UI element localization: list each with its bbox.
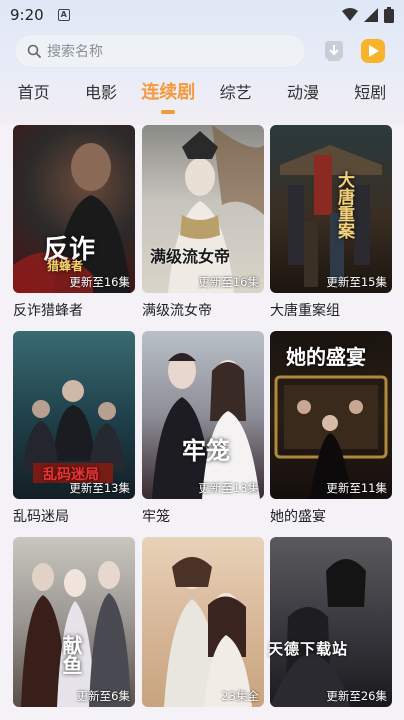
show-title[interactable]: 她的盛宴: [270, 506, 392, 526]
episode-badge: 更新至11集: [326, 481, 387, 495]
show-card[interactable]: 反诈 猎蜂者 更新至16集 反诈猎蜂者: [13, 125, 135, 320]
show-poster[interactable]: 23集全: [142, 537, 264, 707]
show-card[interactable]: 满级流女帝 更新至16集 满级流女帝: [142, 125, 264, 320]
tab-series[interactable]: 连续剧: [135, 78, 202, 114]
show-poster[interactable]: 更新至26集: [270, 537, 392, 707]
show-poster[interactable]: 她的盛宴 更新至11集: [270, 331, 392, 499]
poster-figure: [280, 145, 382, 287]
poster-figure: [152, 353, 260, 499]
episode-badge: 更新至16集: [198, 275, 259, 289]
show-poster[interactable]: 牢笼 更新至13集: [142, 331, 264, 499]
show-poster[interactable]: 乱码迷局 更新至13集: [13, 331, 135, 499]
poster-art-title: 大唐重案: [334, 171, 354, 239]
poster-art-title: 牢笼: [182, 436, 230, 465]
episode-badge: 更新至15集: [326, 275, 387, 289]
poster-figure: [270, 559, 366, 707]
search-input[interactable]: 搜索名称: [14, 34, 306, 68]
show-card[interactable]: 23集全: [142, 537, 264, 707]
poster-figure: [168, 125, 264, 293]
show-poster[interactable]: 满级流女帝 更新至16集: [142, 125, 264, 293]
download-button[interactable]: [320, 37, 348, 65]
tab-short-drama[interactable]: 短剧: [337, 78, 404, 112]
tab-variety[interactable]: 综艺: [202, 78, 269, 112]
show-title[interactable]: 满级流女帝: [142, 300, 264, 320]
tab-anime[interactable]: 动漫: [269, 78, 336, 112]
show-card[interactable]: 更新至26集: [270, 537, 392, 707]
notification-a-icon: A: [57, 9, 70, 21]
show-card[interactable]: 大唐重案 更新至15集 大唐重案组: [270, 125, 392, 320]
show-poster[interactable]: 大唐重案 更新至15集: [270, 125, 392, 293]
tab-home[interactable]: 首页: [0, 78, 67, 112]
bottom-nav-strip: [0, 708, 404, 720]
episode-badge: 更新至16集: [69, 275, 130, 289]
play-icon: [361, 39, 385, 63]
wifi-icon: [342, 8, 358, 21]
show-poster[interactable]: 献鱼 更新至6集: [13, 537, 135, 707]
show-title[interactable]: 反诈猎蜂者: [13, 300, 135, 320]
poster-art-title: 她的盛宴: [286, 345, 366, 369]
episode-badge: 更新至6集: [76, 689, 130, 703]
search-icon: [27, 44, 41, 58]
poster-figure: [164, 557, 252, 707]
search-row: 搜索名称: [14, 33, 394, 69]
status-time: 9:20: [10, 6, 44, 24]
status-bar: 9:20 A: [0, 0, 404, 30]
status-icons: [342, 7, 394, 23]
show-title[interactable]: 牢笼: [142, 506, 264, 526]
watermark-text: 天德下载站: [268, 640, 349, 658]
tab-movies[interactable]: 电影: [67, 78, 134, 112]
poster-figure: [21, 561, 131, 707]
battery-icon: [384, 7, 394, 23]
show-poster[interactable]: 反诈 猎蜂者 更新至16集: [13, 125, 135, 293]
poster-art-title: 满级流女帝: [150, 247, 231, 266]
download-icon: [325, 41, 343, 61]
search-placeholder: 搜索名称: [47, 44, 103, 60]
show-card[interactable]: 乱码迷局 更新至13集 乱码迷局: [13, 331, 135, 526]
show-card[interactable]: 她的盛宴 更新至11集 她的盛宴: [270, 331, 392, 526]
episode-badge: 23集全: [221, 689, 259, 703]
category-tabs: 首页 电影 连续剧 综艺 动漫 短剧: [0, 78, 404, 114]
show-card[interactable]: 献鱼 更新至6集: [13, 537, 135, 707]
poster-art-title: 献鱼: [59, 635, 83, 675]
episode-badge: 更新至13集: [198, 481, 259, 495]
poster-art-subtitle: 猎蜂者: [47, 259, 84, 273]
episode-badge: 更新至26集: [326, 689, 387, 703]
show-card[interactable]: 牢笼 更新至13集 牢笼: [142, 331, 264, 526]
play-history-button[interactable]: [360, 38, 386, 64]
show-title[interactable]: 乱码迷局: [13, 506, 135, 526]
show-title[interactable]: 大唐重案组: [270, 300, 392, 320]
signal-icon: [364, 8, 378, 22]
episode-badge: 更新至13集: [69, 481, 130, 495]
